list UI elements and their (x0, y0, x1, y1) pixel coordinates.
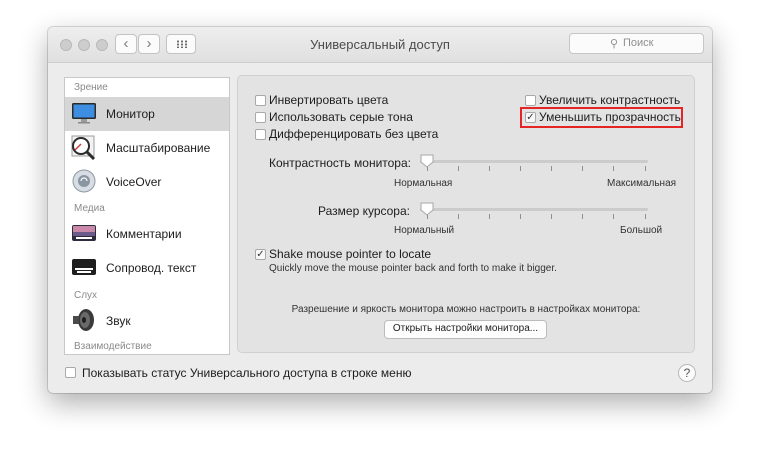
sidebar-item-voiceover[interactable]: VoiceOver (65, 165, 229, 199)
cursor-size-tick (520, 214, 521, 219)
shake-pointer-label: Shake mouse pointer to locate (269, 247, 432, 261)
title-bar: ‹ › Универсальный доступ ⚲ Поиск (48, 27, 712, 63)
show-status-checkbox[interactable] (65, 367, 76, 378)
search-field[interactable]: ⚲ Поиск (569, 33, 704, 54)
contrast-tick (458, 166, 459, 171)
differentiate-checkbox[interactable] (255, 129, 266, 140)
sidebar-item-label: Звук (106, 314, 131, 328)
sidebar-item-zoom[interactable]: Масштабирование (65, 131, 229, 165)
sidebar-item-label: Сопровод. текст (106, 261, 197, 275)
shake-pointer-description: Quickly move the mouse pointer back and … (269, 263, 557, 274)
captions-icon (72, 259, 96, 275)
differentiate-label: Дифференцировать без цвета (269, 127, 439, 141)
sidebar-item-label: Комментарии (106, 227, 182, 241)
cursor-size-tick (458, 214, 459, 219)
cursor-size-tick (489, 214, 490, 219)
contrast-label: Контрастность монитора: (269, 156, 411, 170)
cursor-size-tick (645, 214, 646, 219)
search-icon: ⚲ (610, 38, 619, 50)
contrast-tick (582, 166, 583, 171)
invert-colors-label: Инвертировать цвета (269, 93, 389, 107)
section-media: Медиа (74, 203, 105, 214)
checkmark-icon: ✓ (256, 249, 265, 260)
sidebar-item-label: VoiceOver (106, 175, 162, 189)
contrast-slider[interactable] (420, 160, 648, 163)
sidebar-item-sound[interactable]: Звук (65, 304, 229, 338)
section-interaction: Взаимодействие (74, 341, 152, 352)
contrast-tick (645, 166, 646, 171)
sidebar-item-label: Масштабирование (106, 141, 211, 155)
help-button[interactable]: ? (678, 364, 696, 382)
cursor-size-label: Размер курсора: (318, 204, 410, 218)
sidebar-item-captions[interactable]: Сопровод. текст (65, 251, 229, 285)
monitor-icon (72, 103, 96, 124)
grayscale-label: Использовать серые тона (269, 110, 413, 124)
sidebar: Зрение Монитор Масштабирование VoiceOver… (64, 77, 230, 355)
contrast-tick (613, 166, 614, 171)
voiceover-icon (72, 169, 96, 193)
increase-contrast-checkbox[interactable] (525, 95, 536, 106)
cursor-size-max-label: Большой (620, 225, 663, 236)
contrast-max-label: Максимальная (607, 178, 677, 189)
shake-pointer-checkbox[interactable]: ✓ (255, 249, 266, 260)
zoom-icon (71, 135, 96, 160)
preferences-window: ‹ › Универсальный доступ ⚲ Поиск Зрение … (48, 27, 712, 393)
cursor-size-tick (613, 214, 614, 219)
sidebar-item-monitor[interactable]: Монитор (65, 97, 229, 131)
open-display-settings-button[interactable]: Открыть настройки монитора... (384, 320, 547, 339)
sidebar-item-comments[interactable]: Комментарии (65, 217, 229, 251)
contrast-tick (551, 166, 552, 171)
cursor-size-slider[interactable] (420, 208, 648, 211)
invert-colors-checkbox[interactable] (255, 95, 266, 106)
highlight-box (520, 107, 683, 128)
section-vision: Зрение (74, 82, 108, 93)
cursor-size-slider-thumb[interactable] (420, 202, 434, 216)
contrast-tick (520, 166, 521, 171)
cursor-size-tick (582, 214, 583, 219)
speaker-icon (73, 309, 94, 331)
show-status-label: Показывать статус Универсального доступа… (82, 366, 412, 380)
sidebar-item-label: Монитор (106, 107, 155, 121)
search-placeholder: Поиск (623, 37, 654, 49)
contrast-tick (489, 166, 490, 171)
contrast-slider-thumb[interactable] (420, 154, 434, 168)
comments-icon (72, 225, 96, 241)
cursor-size-min-label: Нормальный (394, 225, 455, 236)
cursor-size-tick (551, 214, 552, 219)
contrast-min-label: Нормальная (394, 178, 453, 189)
monitor-settings-note: Разрешение и яркость монитора можно наст… (291, 304, 641, 315)
grayscale-checkbox[interactable] (255, 112, 266, 123)
increase-contrast-label: Увеличить контрастность (539, 93, 681, 107)
section-hearing: Слух (74, 290, 98, 301)
